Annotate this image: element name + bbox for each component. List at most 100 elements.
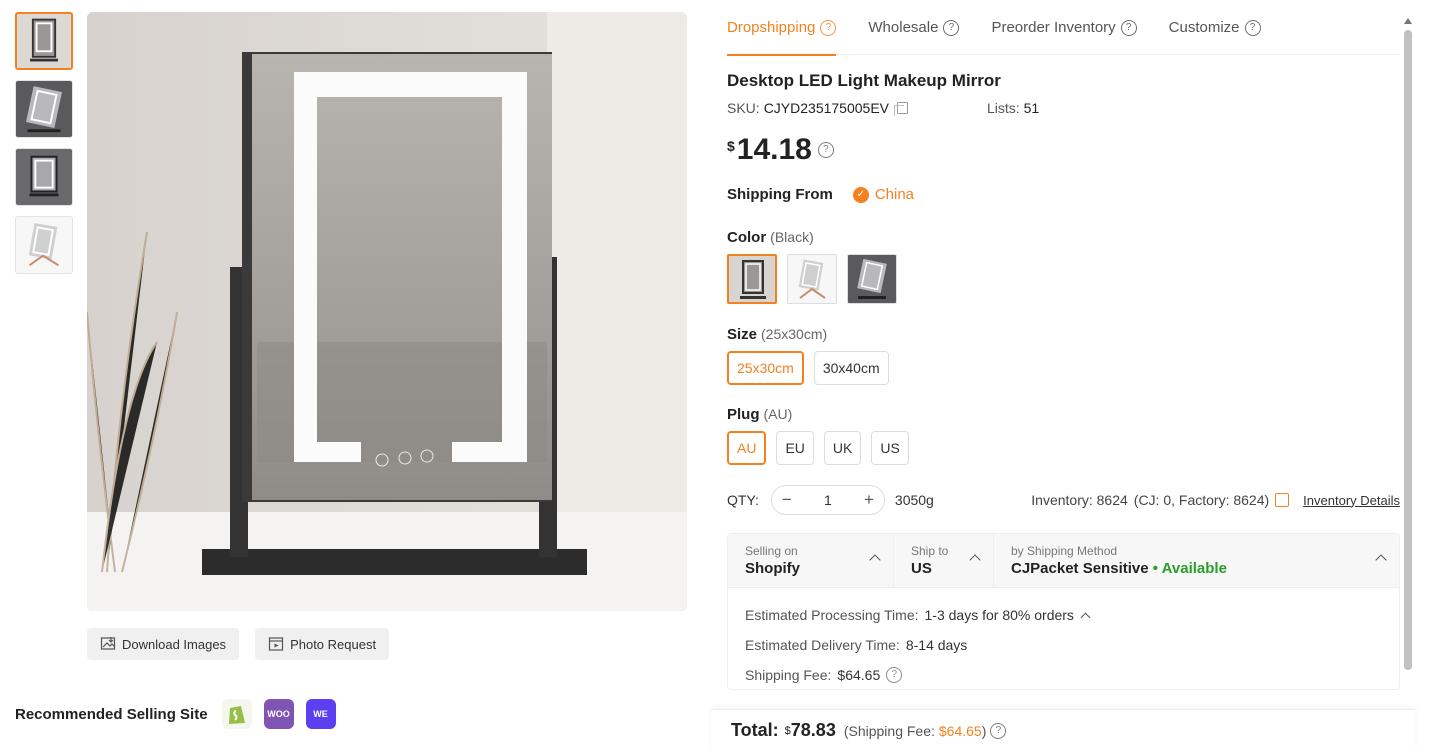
increment-button[interactable]: + — [864, 490, 874, 510]
plug-option-us[interactable]: US — [871, 431, 909, 465]
download-images-button[interactable]: Download Images — [87, 628, 240, 660]
main-product-image — [87, 12, 687, 611]
price-amount: 14.18 — [736, 133, 812, 166]
selling-on-dropdown[interactable]: Selling on Shopify — [728, 534, 894, 587]
scrollbar[interactable] — [1404, 18, 1412, 670]
size-label: Size — [727, 326, 758, 343]
woo-logo-text: WOO — [267, 709, 290, 719]
delivery-value: 8-14 days — [905, 637, 968, 653]
product-detail-panel: Dropshipping ? Wholesale ? Preorder Inve… — [727, 0, 1400, 690]
help-icon[interactable]: ? — [817, 142, 834, 158]
availability-status: • Available — [1152, 560, 1227, 577]
processing-value: 1-3 days for 80% orders — [924, 607, 1074, 623]
copy-icon[interactable] — [894, 102, 908, 116]
plug-option-eu[interactable]: EU — [776, 431, 814, 465]
ship-to-dropdown[interactable]: Ship to US — [894, 534, 994, 587]
inventory-details-link[interactable]: Inventory Details — [1303, 493, 1400, 508]
quantity-row: QTY: − 1 + 3050g Inventory: 8624 (CJ: 0,… — [727, 485, 1400, 515]
lists-value: 51 — [1023, 100, 1040, 116]
qty-label: QTY: — [727, 492, 759, 508]
decrement-button[interactable]: − — [782, 490, 792, 510]
lists-info: Lists: 51 — [987, 100, 1039, 116]
thumbnail-3[interactable] — [15, 148, 73, 206]
size-option-30x40[interactable]: 30x40cm — [813, 351, 889, 385]
tab-wholesale-label: Wholesale — [868, 19, 939, 36]
plug-options: AU EU UK US — [727, 431, 909, 465]
total-amount: 78.83 — [790, 720, 836, 740]
tab-preorder-label: Preorder Inventory — [991, 19, 1116, 36]
photo-request-button[interactable]: Photo Request — [255, 628, 390, 660]
photo-request-label: Photo Request — [290, 636, 377, 652]
shipping-from-option[interactable]: ✓ China — [852, 186, 915, 203]
sku-info: SKU: CJYD235175005EV — [727, 100, 987, 116]
method-label: by Shipping Method — [1011, 544, 1118, 558]
video-frame-icon — [268, 637, 284, 651]
scroll-up-arrow-icon[interactable] — [1404, 18, 1412, 24]
total-fee-prefix: (Shipping Fee: — [843, 722, 935, 739]
color-swatch-rose-gold[interactable] — [787, 254, 837, 304]
size-option-25x30[interactable]: 25x30cm — [727, 351, 804, 385]
method-row: CJPacket Sensitive • Available — [1011, 560, 1399, 577]
total-bar: Total: $ 78.83 (Shipping Fee: $64.65 ) ? — [711, 709, 1415, 751]
plug-option-au[interactable]: AU — [727, 431, 767, 465]
help-icon[interactable]: ? — [820, 19, 837, 36]
download-images-label: Download Images — [122, 636, 227, 652]
tab-dropshipping[interactable]: Dropshipping ? — [727, 0, 868, 56]
processing-time-row: Estimated Processing Time: 1-3 days for … — [745, 600, 1382, 630]
media-actions: Download Images Photo Request — [87, 628, 390, 660]
thumbnail-2[interactable] — [15, 80, 73, 138]
tab-dropshipping-label: Dropshipping — [727, 19, 816, 36]
help-icon[interactable]: ? — [886, 667, 903, 683]
product-title: Desktop LED Light Makeup Mirror — [727, 71, 1001, 90]
recommended-selling-sites: Recommended Selling Site WOO WE — [15, 699, 336, 729]
shipping-method-dropdown[interactable]: by Shipping Method CJPacket Sensitive • … — [994, 534, 1399, 587]
help-icon[interactable]: ? — [990, 722, 1007, 739]
quantity-input[interactable]: 1 — [824, 492, 832, 508]
plug-option-uk[interactable]: UK — [823, 431, 862, 465]
woocommerce-logo-icon[interactable]: WOO — [263, 699, 294, 729]
sku-value: CJYD235175005EV — [763, 100, 889, 116]
tab-customize[interactable]: Customize ? — [1169, 0, 1293, 55]
color-selected: (Black) — [770, 229, 814, 245]
help-icon[interactable]: ? — [943, 19, 960, 36]
chevron-up-icon[interactable] — [1080, 612, 1091, 622]
shipping-details: Estimated Processing Time: 1-3 days for … — [728, 588, 1399, 702]
shipping-from-value: China — [874, 186, 915, 203]
fee-label: Shipping Fee: — [745, 667, 832, 683]
lists-label: Lists: — [987, 100, 1020, 116]
shipping-from-label: Shipping From — [727, 186, 833, 203]
shopify-logo-icon[interactable] — [221, 699, 252, 729]
purchase-mode-tabs: Dropshipping ? Wholesale ? Preorder Inve… — [727, 0, 1400, 56]
help-icon[interactable]: ? — [1244, 19, 1261, 36]
shipping-fee-row: Shipping Fee: $64.65 ? — [745, 660, 1382, 690]
total-label: Total: — [731, 720, 779, 740]
help-icon[interactable]: ? — [1120, 19, 1137, 36]
color-swatch-silver[interactable] — [847, 254, 897, 304]
size-options: 25x30cm 30x40cm — [727, 351, 889, 385]
tab-wholesale[interactable]: Wholesale ? — [868, 0, 991, 55]
inventory-info: Inventory: 8624 (CJ: 0, Factory: 8624) I… — [1031, 492, 1400, 508]
processing-label: Estimated Processing Time: — [745, 607, 919, 623]
shipping-panel-header: Selling on Shopify Ship to US by Shippin… — [728, 534, 1399, 588]
size-selected: (25x30cm) — [761, 326, 828, 342]
color-swatch-black[interactable] — [727, 254, 777, 304]
total-fee-value: $64.65 — [938, 722, 982, 739]
color-label-row: Color (Black) — [727, 229, 814, 246]
plug-label-row: Plug (AU) — [727, 406, 792, 423]
product-weight: 3050g — [894, 492, 934, 508]
warehouse-icon — [1275, 493, 1290, 507]
color-label: Color — [727, 229, 767, 246]
plug-label: Plug — [727, 406, 760, 423]
thumbnail-1[interactable] — [15, 12, 73, 70]
delivery-label: Estimated Delivery Time: — [745, 637, 900, 653]
quantity-stepper: − 1 + — [770, 485, 885, 515]
thumbnail-4[interactable] — [15, 216, 73, 274]
scrollbar-thumb[interactable] — [1404, 30, 1412, 670]
price-currency: $ — [727, 138, 735, 154]
tab-preorder-inventory[interactable]: Preorder Inventory ? — [991, 0, 1168, 55]
download-image-icon — [100, 637, 116, 650]
shipping-panel: Selling on Shopify Ship to US by Shippin… — [727, 533, 1400, 690]
selling-on-value: Shopify — [745, 560, 800, 577]
wed2c-logo-icon[interactable]: WE — [305, 699, 336, 729]
inventory-total: Inventory: 8624 — [1031, 492, 1128, 508]
